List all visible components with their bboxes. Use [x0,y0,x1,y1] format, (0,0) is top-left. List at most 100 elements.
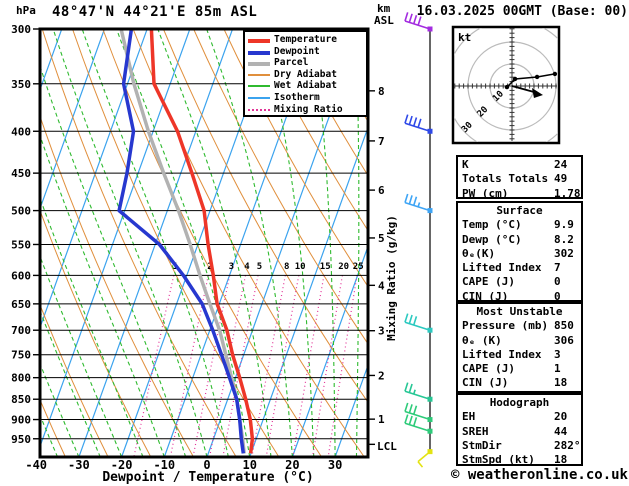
pressure-tick-label: 850 [11,393,31,406]
km-tick-label: 2 [378,369,385,382]
mixing-ratio-line [312,275,343,457]
mixing-ratio-line [292,275,325,457]
legend-entry-label: Parcel Trajectory [274,57,309,69]
stat-row: Lifted Index 3 [458,348,581,362]
stat-label: Totals Totals [462,172,549,186]
pressure-tick-label: 950 [11,433,31,446]
stat-value: 282° [554,438,581,452]
stat-row: CAPE (J) 0 [458,275,581,289]
stat-label: CIN (J) [462,376,509,390]
wind-barb [404,313,433,333]
stat-value: 18 [554,376,568,390]
stats-panel-hodograph: Hodograph EH 20 SREH 44 StmDir 282° StmSpd (kt)… [456,393,583,466]
km-tick-label: 8 [378,85,385,98]
stat-value: 49 [554,172,568,186]
km-tick-label: 1 [378,413,385,426]
legend-entry-label: Mixing Ratio [274,103,343,115]
pressure-tick-label: 500 [11,205,31,218]
stat-row: CIN (J) 18 [458,376,581,390]
mixing-ratio-value-label: 20 [338,262,349,272]
stat-value: 850 [554,319,574,333]
isotherm-line [40,29,191,449]
stat-value: 306 [554,333,574,347]
legend-swatch-thin [248,85,270,88]
chart-legend: TemperatureDewpointParcel TrajectoryDry … [243,30,368,117]
pressure-tick-label: 800 [11,372,31,385]
stat-label: K [462,158,469,171]
pressure-tick-label: 600 [11,269,31,282]
stat-value: 20 [554,410,568,424]
legend-swatch-thin [248,96,270,99]
wind-barb [404,382,433,402]
stat-value: 1.78 [554,186,581,200]
legend-entry: Dewpoint [245,46,366,58]
km-tick-label: 7 [378,135,385,148]
mixing-ratio-line [133,275,175,457]
hodograph-unit-label: kt [458,31,471,44]
stat-label: Temp (°C) [462,218,522,232]
legend-entry: Temperature [245,34,366,46]
wind-barb [404,402,433,423]
wind-barb [404,193,433,214]
stats-panel-surface: Surface Temp (°C) 9.9 Dewp (°C) 8.2 θₑ(K) 302 L… [456,201,583,303]
stat-label: θₑ(K) [462,246,496,260]
stat-label: CAPE (J) [462,275,515,289]
stat-value: 0 [554,275,561,289]
mixing-ratio-value-label: 10 [295,262,306,272]
km-tick-label: 6 [378,184,385,197]
hodograph-trace-point [504,84,510,90]
pressure-tick-label: 700 [11,324,31,337]
mixing-ratio-line [251,275,286,457]
stat-row: EH 20 [458,410,581,424]
stats-panel-header: Hodograph [489,396,550,409]
km-tick-label: 5 [378,232,385,245]
pressure-tick-label: 450 [11,167,31,180]
stat-row: Pressure (mb) 850 [458,319,581,333]
legend-entry-label: Dry Adiabat [274,68,337,80]
mixing-ratio-line [265,275,300,457]
stats-panel-header: Surface [496,204,543,217]
stat-row: CAPE (J) 1 [458,362,581,376]
stat-row: θₑ (K) 306 [458,334,581,348]
stat-row: PW (cm) 1.78 [458,187,581,201]
stat-label: Lifted Index [462,347,542,361]
legend-entry: Dry Adiabat [245,69,366,81]
temperature-tick-label: -40 [25,458,47,472]
stat-row: θₑ(K) 302 [458,247,581,261]
legend-entry-label: Dewpoint [274,45,320,57]
wet-adiabat-line [52,29,208,457]
stat-label: StmDir [462,438,502,452]
legend-swatch-thick [248,39,270,43]
stat-value: 9.9 [554,218,574,232]
pressure-tick-label: 650 [11,298,31,311]
legend-swatch-thick [248,62,270,67]
hodograph-trace-point [512,76,518,82]
copyright-credit: © weatheronline.co.uk [450,467,628,483]
wind-barb [417,449,433,468]
stat-label: θₑ (K) [462,333,502,347]
stat-value: 3 [554,347,561,361]
pressure-tick-label: 350 [11,78,31,91]
stat-label: CAPE (J) [462,362,515,376]
stat-row: Dewp (°C) 8.2 [458,233,581,247]
skewt-sounding-page: 300 350 400 450 500 550 600 650 700 750 800 850 900 9… [0,0,629,486]
temperature-tick-label: -30 [68,458,90,472]
run-datetime: 16.03.2025 00GMT (Base: 00) [416,4,628,19]
legend-entry: Mixing Ratio [245,104,366,116]
mixing-ratio-value-label: 15 [320,262,331,272]
temperature-axis-label: Dewpoint / Temperature (°C) [102,470,313,485]
temperature-tick-label: 30 [328,458,342,472]
mixing-ratio-axis-label: Mixing Ratio (g/kg) [385,215,398,341]
stat-label: Dewp (°C) [462,232,522,246]
stat-value: 7 [554,261,561,275]
stats-panel-most-unstable: Most Unstable Pressure (mb) 850 θₑ (K) 306 Li… [456,302,583,393]
lcl-label: LCL [377,440,397,453]
pressure-tick-label: 900 [11,414,31,427]
hodograph-trace-point [534,74,540,80]
pressure-tick-label: 400 [11,125,31,138]
stat-label: SREH [462,424,489,438]
hodograph-trace-point [552,71,558,77]
pressure-tick-label: 750 [11,349,31,362]
km-tick-label: 4 [378,279,385,292]
stat-value: 18 [554,453,568,467]
